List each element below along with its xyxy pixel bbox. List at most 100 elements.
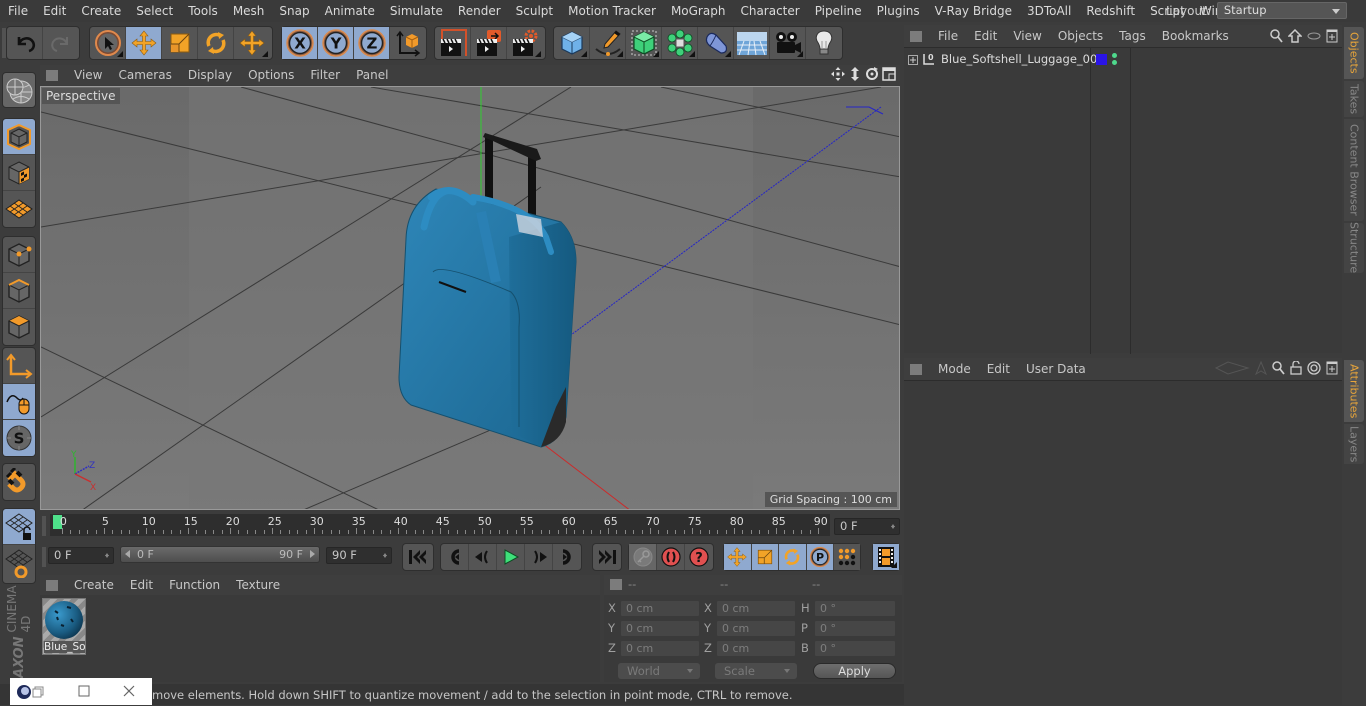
coordinates-grip[interactable] (610, 579, 622, 590)
edges-mode-button[interactable] (3, 273, 35, 309)
floor-button[interactable] (734, 27, 770, 59)
viewport-grip[interactable] (46, 69, 58, 81)
preview-range-slider[interactable]: 0 F 90 F (120, 546, 320, 563)
attributes-menu-mode[interactable]: Mode (930, 362, 979, 376)
workplane-mode-button[interactable] (3, 191, 35, 227)
render-to-picture-viewer-button[interactable] (471, 27, 507, 59)
back-arrow-icon[interactable] (1214, 361, 1250, 375)
close-window-icon[interactable] (123, 685, 135, 697)
menu-simulate[interactable]: Simulate (382, 4, 450, 18)
target-icon[interactable] (1307, 361, 1321, 375)
dock-tab-takes[interactable]: Takes (1344, 81, 1364, 117)
attribute-manager-grip[interactable] (910, 363, 922, 375)
redo-button[interactable] (43, 27, 79, 59)
dock-tab-content-browser[interactable]: Content Browser (1344, 119, 1364, 221)
menu-pipeline[interactable]: Pipeline (807, 4, 869, 18)
material-menu-edit[interactable]: Edit (122, 578, 161, 592)
coord-field[interactable]: 0 cm (716, 600, 796, 617)
key-position-button[interactable] (724, 544, 752, 570)
menu-vray-bridge[interactable]: V-Ray Bridge (927, 4, 1019, 18)
next-key-button[interactable] (553, 544, 581, 570)
search-icon[interactable] (1270, 29, 1283, 43)
coord-field[interactable]: 0 cm (716, 640, 796, 657)
viewport-menu-display[interactable]: Display (180, 68, 240, 82)
menu-motion-tracker[interactable]: Motion Tracker (561, 4, 664, 18)
rotate-button[interactable] (198, 27, 234, 59)
snap-button[interactable] (3, 464, 35, 500)
go-to-start-button[interactable] (403, 544, 433, 570)
lock-icon[interactable] (1290, 361, 1302, 375)
cube-button[interactable] (554, 27, 590, 59)
model-mode-button[interactable] (3, 119, 35, 155)
move-button[interactable] (126, 27, 162, 59)
menu-animate[interactable]: Animate (317, 4, 382, 18)
render-view-button[interactable] (435, 27, 471, 59)
menu-mesh[interactable]: Mesh (225, 4, 272, 18)
workplane-lock-button[interactable] (3, 509, 35, 545)
recent-tool-button[interactable] (234, 27, 270, 59)
timeline-ruler[interactable]: 0 5 10 15 20 25 30 35 40 45 50 55 60 65 70 75 80 85 90 (50, 514, 830, 536)
camera-button[interactable] (770, 27, 806, 59)
key-rotation-button[interactable] (779, 544, 807, 570)
viewport-menu-view[interactable]: View (66, 68, 110, 82)
coord-field[interactable]: 0 cm (620, 620, 700, 637)
menu-tools[interactable]: Tools (181, 4, 226, 18)
objects-menu-view[interactable]: View (1005, 29, 1049, 43)
previous-frame-button[interactable] (469, 544, 497, 570)
dock-tab-objects[interactable]: Objects (1344, 27, 1364, 79)
menu-plugins[interactable]: Plugins (869, 4, 927, 18)
polygons-mode-button[interactable] (3, 309, 35, 345)
light-button[interactable] (806, 27, 842, 59)
viewport-layout-icon[interactable] (882, 67, 896, 81)
record-keys-button[interactable] (629, 544, 657, 570)
objects-menu-bookmarks[interactable]: Bookmarks (1154, 29, 1237, 43)
go-to-end-button[interactable] (593, 544, 621, 570)
pen-spline-button[interactable] (590, 27, 626, 59)
attributes-menu-edit[interactable]: Edit (979, 362, 1018, 376)
objects-menu-tags[interactable]: Tags (1111, 29, 1154, 43)
key-parameter-button[interactable]: P (806, 544, 835, 570)
dock-tab-layers[interactable]: Layers (1344, 424, 1364, 464)
expand-icon[interactable] (908, 55, 918, 65)
scale-button[interactable] (162, 27, 198, 59)
apply-button[interactable]: Apply (813, 663, 896, 679)
viewport-menu-panel[interactable]: Panel (348, 68, 396, 82)
material-menu-create[interactable]: Create (66, 578, 122, 592)
menu-redshift[interactable]: Redshift (1079, 4, 1143, 18)
material-manager-grip[interactable] (46, 579, 58, 591)
coord-field[interactable]: 0 cm (716, 620, 796, 637)
subdivision-surface-button[interactable] (626, 27, 662, 59)
menu-select[interactable]: Select (129, 4, 181, 18)
menu-mograph[interactable]: MoGraph (663, 4, 733, 18)
points-mode-button[interactable] (3, 237, 35, 273)
coordinate-mode-dropdown[interactable]: World (618, 663, 700, 679)
menu-create[interactable]: Create (74, 4, 129, 18)
viewport-rotate-icon[interactable] (865, 67, 879, 81)
render-visibility-dot[interactable] (1112, 60, 1117, 65)
camera-label[interactable]: Perspective (42, 88, 120, 104)
viewport-menu-filter[interactable]: Filter (302, 68, 348, 82)
objects-menu-file[interactable]: File (930, 29, 966, 43)
coordinate-system-button[interactable] (390, 27, 426, 59)
objects-menu-objects[interactable]: Objects (1050, 29, 1111, 43)
editor-visibility-dot[interactable] (1112, 53, 1117, 58)
menu-sculpt[interactable]: Sculpt (508, 4, 560, 18)
coord-field[interactable]: 0 ° (814, 640, 896, 657)
timeline-grip[interactable] (42, 516, 46, 536)
autokey-button[interactable] (657, 544, 685, 570)
coord-field[interactable]: 0 cm (620, 640, 700, 657)
tweak-mode-button[interactable] (3, 384, 35, 420)
undo-button[interactable] (7, 27, 43, 59)
live-selection-button[interactable] (90, 27, 126, 59)
cinema4d-app-icon[interactable] (16, 684, 32, 700)
menu-edit[interactable]: Edit (36, 4, 74, 18)
dock-tab-structure[interactable]: Structure (1344, 222, 1364, 274)
material-menu-function[interactable]: Function (161, 578, 228, 592)
start-frame-field[interactable]: 0 F (48, 547, 114, 564)
objects-menu-edit[interactable]: Edit (966, 29, 1005, 43)
home-icon[interactable] (1288, 29, 1302, 43)
play-button[interactable] (497, 544, 525, 570)
end-frame-field[interactable]: 90 F (326, 547, 392, 564)
coord-field[interactable]: 0 ° (814, 620, 896, 637)
texture-mode-button[interactable] (3, 155, 35, 191)
